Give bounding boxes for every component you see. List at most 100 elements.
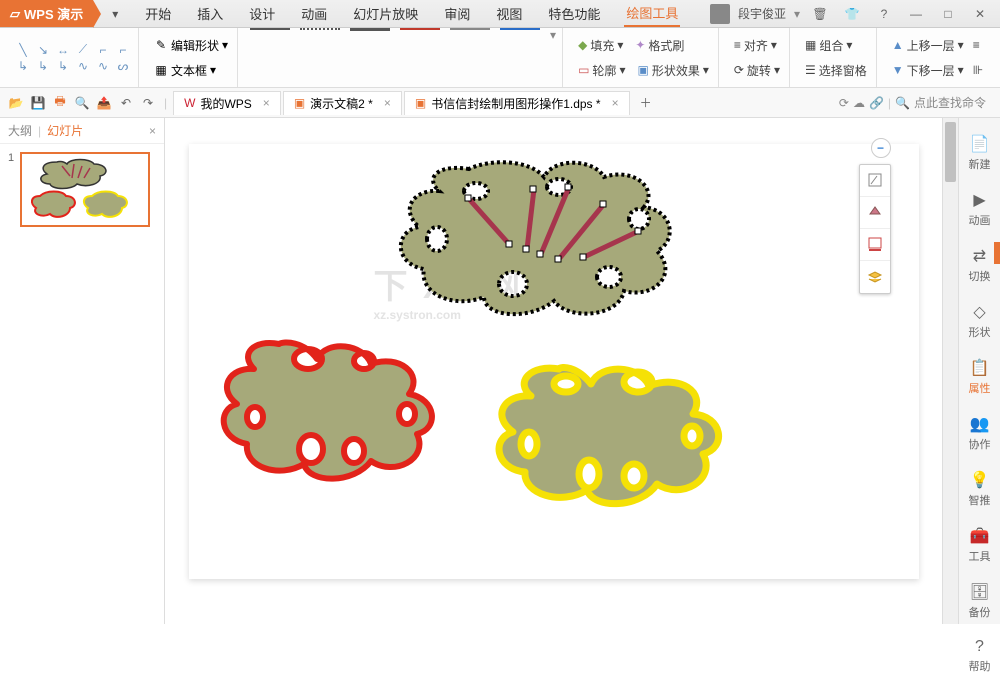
icon-btn-2[interactable]: 👕: [840, 4, 864, 24]
float-layers-btn[interactable]: [860, 261, 890, 293]
qat-dropdown-icon[interactable]: ▾: [107, 6, 123, 22]
edit-group: ✎编辑形状▾ ▦文本框▾: [145, 28, 238, 87]
float-edit-btn[interactable]: [860, 165, 890, 197]
move-down-btn[interactable]: ▼下移一层▾: [889, 60, 967, 81]
float-fill-btn[interactable]: [860, 197, 890, 229]
sidebar-help[interactable]: ?帮助: [959, 632, 1000, 680]
close-btn[interactable]: ✕: [968, 4, 992, 24]
outline-btn[interactable]: ▭轮廓▾: [575, 60, 628, 81]
link-icon[interactable]: 🔗: [869, 96, 884, 110]
command-search[interactable]: ⟳ ☁ 🔗 | 🔍 点此查找命令: [839, 94, 994, 111]
sidebar-ai[interactable]: 💡智推: [959, 464, 1000, 514]
shape-elbow3-icon[interactable]: ↳: [54, 59, 72, 73]
icon-btn-3[interactable]: ?: [872, 4, 896, 24]
line-style-more-icon[interactable]: ▾: [550, 28, 556, 87]
shape-elbow1-icon[interactable]: ↳: [14, 59, 32, 73]
maximize-btn[interactable]: □: [936, 4, 960, 24]
sidebar-shape[interactable]: ◇形状: [959, 296, 1000, 346]
cloud-icon[interactable]: ☁: [853, 96, 865, 110]
format-group: ◆填充▾ ✦格式刷 ▭轮廓▾ ▣形状效果▾: [569, 28, 719, 87]
tab-drawing-tools[interactable]: 绘图工具: [624, 0, 680, 27]
rotate-btn[interactable]: ⟳旋转▾: [731, 60, 783, 81]
shape-connector2-icon[interactable]: ⌐: [114, 43, 132, 57]
tab-features[interactable]: 特色功能: [546, 0, 602, 27]
sidebar-backup[interactable]: 🗄备份: [959, 576, 1000, 626]
app-logo: ▱WPS 演示: [0, 0, 93, 27]
collapse-float-toolbar-btn[interactable]: −: [871, 138, 891, 158]
line-style-solid[interactable]: [250, 28, 290, 30]
sync-icon[interactable]: ⟳: [839, 96, 849, 110]
tab-start[interactable]: 开始: [143, 0, 173, 27]
vertical-scrollbar[interactable]: [942, 118, 958, 624]
move-up-btn[interactable]: ▲上移一层▾: [889, 35, 967, 56]
scrollbar-thumb[interactable]: [945, 122, 956, 182]
add-tab-btn[interactable]: ＋: [636, 93, 656, 113]
format-painter-btn[interactable]: ✦格式刷: [632, 35, 687, 56]
close-icon[interactable]: ×: [612, 96, 619, 110]
tab-view[interactable]: 视图: [494, 0, 524, 27]
close-panel-icon[interactable]: ×: [149, 124, 156, 138]
sidebar-new[interactable]: 📄新建: [959, 128, 1000, 178]
tab-design[interactable]: 设计: [247, 0, 277, 27]
shape-connector1-icon[interactable]: ⌐: [94, 43, 112, 57]
undo-icon[interactable]: ↶: [116, 93, 136, 113]
redo-icon[interactable]: ↷: [138, 93, 158, 113]
shape-double-arrow-icon[interactable]: ↔: [54, 43, 72, 57]
tab-animation[interactable]: 动画: [299, 0, 329, 27]
tab-review[interactable]: 审阅: [442, 0, 472, 27]
user-avatar[interactable]: [710, 4, 730, 24]
tab-insert[interactable]: 插入: [195, 0, 225, 27]
shape-scribble-icon[interactable]: ᔕ: [114, 59, 132, 73]
line-style-red[interactable]: [400, 28, 440, 30]
shape-curve2-icon[interactable]: ∿: [74, 59, 92, 73]
line-style-blue[interactable]: [500, 28, 540, 30]
shape-elbow2-icon[interactable]: ↳: [34, 59, 52, 73]
props-icon: 📋: [970, 358, 990, 378]
yellow-shape[interactable]: [469, 344, 739, 514]
selected-shape[interactable]: [369, 149, 689, 334]
line-style-dotted[interactable]: [300, 28, 340, 30]
slide-canvas[interactable]: 下 X I 网 xz.systron.com: [189, 144, 919, 579]
slide-thumb-1[interactable]: 1: [8, 152, 156, 227]
select-pane-btn[interactable]: ☰选择窗格: [802, 60, 870, 81]
sidebar-collab[interactable]: 👥协作: [959, 408, 1000, 458]
icon-btn-1[interactable]: 🗑: [808, 4, 832, 24]
distribute-icon[interactable]: ⊪: [973, 63, 983, 77]
tab-slideshow[interactable]: 幻灯片放映: [351, 0, 420, 27]
fill-btn[interactable]: ◆填充▾: [575, 35, 626, 56]
red-shape[interactable]: [199, 319, 449, 489]
sidebar-anim[interactable]: ▶动画: [959, 184, 1000, 234]
align-btn[interactable]: ≡对齐▾: [731, 35, 780, 56]
more-layer-icon[interactable]: ≡: [973, 38, 980, 52]
doc-tab-letter[interactable]: ▣书信信封绘制用图形操作1.dps *×: [404, 91, 630, 115]
close-icon[interactable]: ×: [384, 96, 391, 110]
slides-tab[interactable]: 幻灯片: [47, 122, 83, 139]
print-icon[interactable]: 🖶: [50, 93, 70, 113]
minimize-btn[interactable]: —: [904, 4, 928, 24]
shape-curve3-icon[interactable]: ∿: [94, 59, 112, 73]
outline-tab[interactable]: 大纲: [8, 122, 32, 139]
shape-line-icon[interactable]: ╲: [14, 43, 32, 57]
shape-arrow-icon[interactable]: ↘: [34, 43, 52, 57]
sidebar-props[interactable]: 📋属性: [959, 352, 1000, 402]
shape-effect-btn[interactable]: ▣形状效果▾: [634, 60, 711, 81]
edit-shape-btn[interactable]: ✎编辑形状▾: [151, 35, 231, 56]
save-icon[interactable]: 💾: [28, 93, 48, 113]
doc-tab-presentation[interactable]: ▣演示文稿2 *×: [283, 91, 402, 115]
line-style-thick[interactable]: [350, 28, 390, 31]
backup-icon: 🗄: [969, 582, 989, 602]
floating-toolbar: [859, 164, 891, 294]
combine-btn[interactable]: ▦组合▾: [802, 35, 855, 56]
export-icon[interactable]: 📤: [94, 93, 114, 113]
doc-tab-mywps[interactable]: W我的WPS×: [173, 91, 281, 115]
shape-curve1-icon[interactable]: ⟋: [74, 43, 92, 57]
slide-thumbnail[interactable]: [20, 152, 150, 227]
ribbon: ╲ ↘ ↔ ⟋ ⌐ ⌐ ↳ ↳ ↳ ∿ ∿ ᔕ ✎编辑形状▾ ▦文本框▾ ▾ ◆…: [0, 28, 1000, 88]
preview-icon[interactable]: 🔍: [72, 93, 92, 113]
close-icon[interactable]: ×: [263, 96, 270, 110]
line-style-gray[interactable]: [450, 28, 490, 30]
textbox-btn[interactable]: ▦文本框▾: [151, 60, 231, 81]
sidebar-tools[interactable]: 🧰工具: [959, 520, 1000, 570]
float-outline-btn[interactable]: [860, 229, 890, 261]
open-icon[interactable]: 📂: [6, 93, 26, 113]
